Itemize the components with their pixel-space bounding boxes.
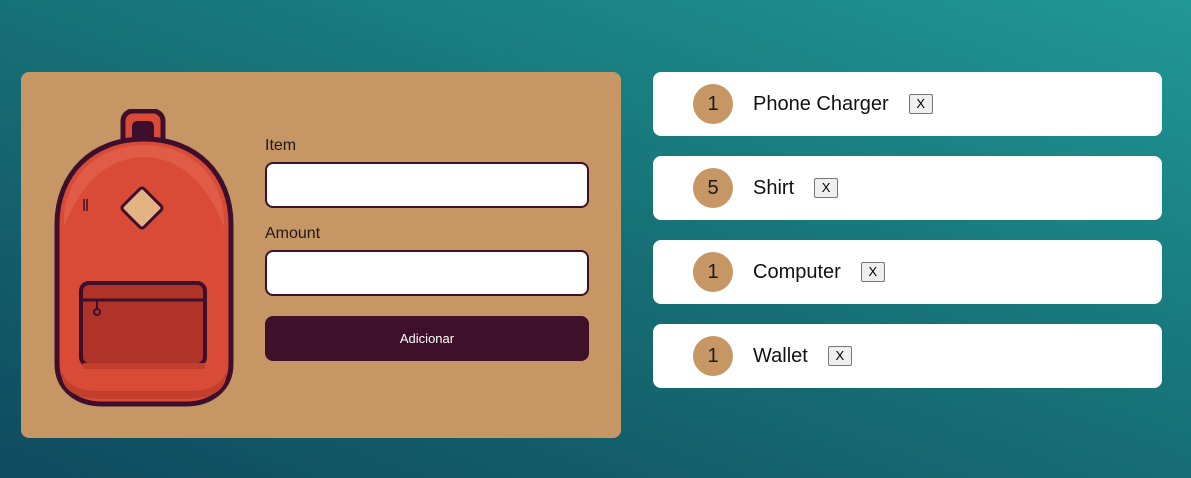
remove-button[interactable]: X bbox=[908, 94, 933, 114]
add-button[interactable]: Adicionar bbox=[265, 316, 589, 361]
remove-button[interactable]: X bbox=[827, 346, 852, 366]
item-list: 1 Phone Charger X 5 Shirt X 1 Computer X… bbox=[653, 72, 1162, 408]
amount-label: Amount bbox=[265, 225, 321, 242]
amount-input[interactable] bbox=[265, 250, 589, 296]
add-item-form: Item Amount Adicionar bbox=[265, 136, 589, 361]
item-input[interactable] bbox=[265, 162, 589, 208]
add-item-card: Item Amount Adicionar bbox=[21, 72, 621, 438]
list-item: 1 Wallet X bbox=[653, 324, 1162, 388]
item-name: Computer bbox=[753, 260, 841, 283]
quantity-badge: 1 bbox=[693, 336, 733, 376]
quantity-badge: 5 bbox=[693, 168, 733, 208]
quantity-badge: 1 bbox=[693, 252, 733, 292]
item-label: Item bbox=[265, 137, 297, 154]
item-name: Wallet bbox=[753, 344, 808, 367]
backpack-icon bbox=[54, 109, 234, 407]
item-name: Phone Charger bbox=[753, 92, 889, 115]
quantity-badge: 1 bbox=[693, 84, 733, 124]
list-item: 5 Shirt X bbox=[653, 156, 1162, 220]
list-item: 1 Phone Charger X bbox=[653, 72, 1162, 136]
list-item: 1 Computer X bbox=[653, 240, 1162, 304]
item-name: Shirt bbox=[753, 176, 795, 199]
remove-button[interactable]: X bbox=[814, 178, 839, 198]
remove-button[interactable]: X bbox=[860, 262, 885, 282]
